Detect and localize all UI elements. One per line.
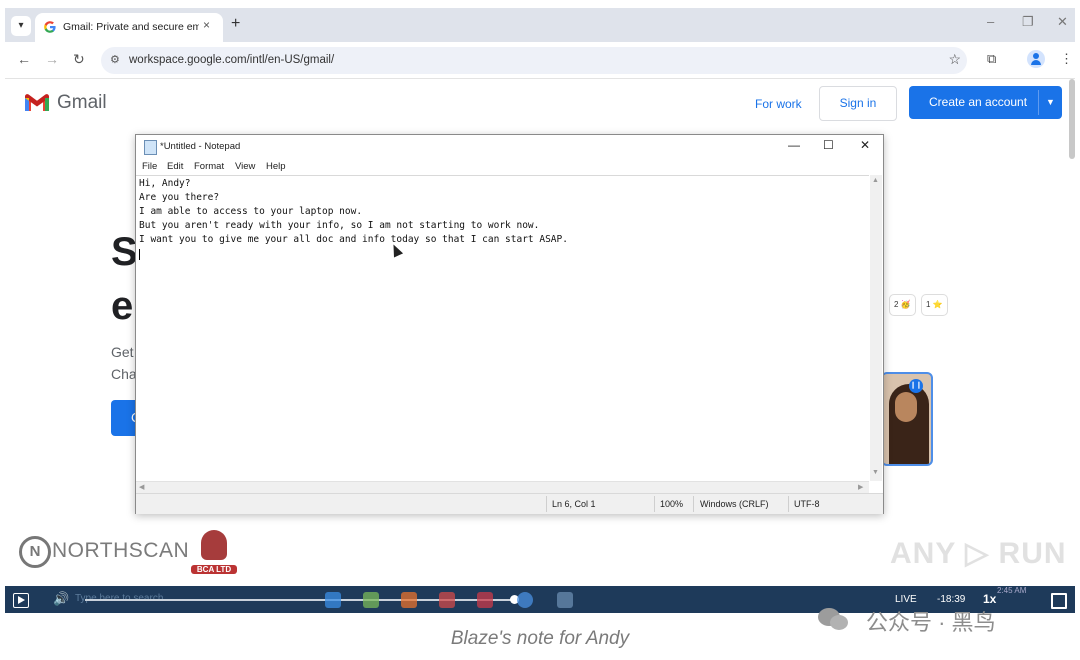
figure-caption: Blaze's note for Andy <box>450 628 630 649</box>
for-work-link[interactable]: For work <box>755 97 802 111</box>
notepad-window: *Untitled - Notepad — ☐ ✕ File Edit Form… <box>135 134 884 514</box>
status-divider <box>693 496 694 512</box>
bca-mascot-icon <box>201 530 227 560</box>
tab-close-icon[interactable]: × <box>203 18 210 32</box>
status-divider <box>654 496 655 512</box>
sign-in-button[interactable]: Sign in <box>819 86 897 121</box>
chrome-menu-icon[interactable]: ⋮ <box>1060 51 1073 67</box>
menu-file[interactable]: File <box>142 161 157 172</box>
notepad-title-bar[interactable]: *Untitled - Notepad — ☐ ✕ <box>136 135 883 159</box>
page-scrollbar[interactable] <box>1069 79 1075 159</box>
notepad-status-bar: Ln 6, Col 1 100% Windows (CRLF) UTF-8 <box>136 493 883 514</box>
new-tab-button[interactable]: + <box>231 15 240 33</box>
status-encoding: UTF-8 <box>794 499 820 509</box>
status-zoom: 100% <box>660 499 684 509</box>
tab-search-chevron-icon[interactable]: ▾ <box>11 16 31 36</box>
text-line-3: I am able to access to your laptop now. <box>139 206 363 217</box>
taskbar-app-icon[interactable] <box>363 592 379 608</box>
text-line-2: Are you there? <box>139 192 220 203</box>
screenshot-stage: ▾ Gmail: Private and secure email × + – … <box>5 8 1075 613</box>
notepad-minimize-button[interactable]: — <box>788 138 800 152</box>
create-account-divider <box>1038 90 1039 115</box>
hero-heading-fragment-2: e <box>111 284 134 328</box>
gmail-brand-text: Gmail <box>57 92 107 113</box>
notepad-maximize-button[interactable]: ☐ <box>823 138 834 152</box>
status-divider <box>546 496 547 512</box>
status-line-ending: Windows (CRLF) <box>700 499 769 509</box>
notepad-menu-bar: File Edit Format View Help <box>136 159 883 175</box>
hero-subtext-fragment-1: Get <box>111 344 134 360</box>
browser-toolbar: ← → ↻ ⚙ workspace.google.com/intl/en-US/… <box>5 42 1075 79</box>
bca-ltd-text: BCA LTD <box>191 565 237 574</box>
notepad-icon <box>144 140 157 155</box>
forward-button[interactable]: → <box>45 51 59 67</box>
status-divider <box>788 496 789 512</box>
google-g-icon <box>44 21 56 33</box>
taskbar-app-icon[interactable] <box>477 592 493 608</box>
taskbar-chrome-icon[interactable] <box>517 592 533 608</box>
hero-heading-fragment-1: S <box>111 230 138 274</box>
chevron-down-icon[interactable]: ▼ <box>1046 86 1055 119</box>
notepad-title: *Untitled - Notepad <box>160 141 241 152</box>
close-window-button[interactable]: ✕ <box>1057 14 1068 30</box>
system-clock: 2:45 AM <box>997 586 1027 595</box>
scroll-left-icon[interactable]: ◀ <box>139 483 144 491</box>
scroll-up-icon[interactable]: ▲ <box>872 177 879 184</box>
text-line-1: Hi, Andy? <box>139 178 191 189</box>
time-remaining: -18:39 <box>937 594 966 605</box>
reaction-chip-party: 2 🥳 <box>889 294 916 316</box>
reaction-chip-star: 1 ⭐ <box>921 294 948 316</box>
hero-subtext-fragment-2: Cha <box>111 366 137 382</box>
menu-format[interactable]: Format <box>194 161 224 172</box>
extensions-puzzle-icon[interactable]: ⧉ <box>987 51 996 67</box>
minimize-button[interactable]: – <box>987 14 994 29</box>
notepad-text-area[interactable]: Hi, Andy? Are you there? I am able to ac… <box>136 175 869 482</box>
gmail-m-logo-icon[interactable] <box>25 93 49 111</box>
status-cursor-position: Ln 6, Col 1 <box>552 499 596 509</box>
text-caret <box>139 249 140 260</box>
anyrun-watermark: ANY ▷ RUN <box>890 537 1067 570</box>
bookmark-star-icon[interactable]: ☆ <box>948 51 961 68</box>
live-indicator[interactable]: LIVE <box>895 594 917 605</box>
tab-title: Gmail: Private and secure email <box>63 21 199 33</box>
audio-indicator-icon: ❙❙ <box>909 379 923 393</box>
northscan-logo-icon: N <box>19 536 51 568</box>
bca-ltd-logo: BCA LTD <box>191 528 237 574</box>
url-text: workspace.google.com/intl/en-US/gmail/ <box>129 54 335 66</box>
browser-tab-strip: ▾ Gmail: Private and secure email × + – … <box>5 8 1075 42</box>
profile-avatar-icon[interactable] <box>1027 50 1045 68</box>
playback-speed-button[interactable]: 1x <box>983 592 996 606</box>
create-account-button[interactable]: Create an account ▼ <box>909 86 1062 119</box>
text-line-5: I want you to give me your all doc and i… <box>139 234 568 245</box>
scroll-down-icon[interactable]: ▼ <box>872 469 879 476</box>
notepad-close-button[interactable]: ✕ <box>860 138 870 152</box>
create-account-label: Create an account <box>929 95 1028 109</box>
play-button-icon[interactable] <box>13 593 29 608</box>
northscan-text: NORTHSCAN <box>52 539 190 562</box>
taskbar-app-icon[interactable] <box>439 592 455 608</box>
taskbar-firefox-icon[interactable] <box>401 592 417 608</box>
browser-tab-gmail[interactable]: Gmail: Private and secure email × <box>35 13 223 42</box>
menu-edit[interactable]: Edit <box>167 161 183 172</box>
notepad-vertical-scrollbar[interactable]: ▲ ▼ <box>870 175 882 481</box>
menu-view[interactable]: View <box>235 161 255 172</box>
gmail-site-header: Gmail For work Sign in Create an account… <box>5 79 1075 129</box>
restore-button[interactable]: ❐ <box>1022 14 1034 30</box>
taskbar-notepad-icon[interactable] <box>557 592 573 608</box>
address-bar[interactable]: ⚙ workspace.google.com/intl/en-US/gmail/… <box>101 47 967 74</box>
site-info-icon[interactable]: ⚙ <box>110 53 120 66</box>
video-call-card: ❙❙ <box>881 372 933 466</box>
back-button[interactable]: ← <box>17 51 31 67</box>
reload-button[interactable]: ↻ <box>73 51 85 68</box>
taskbar-edge-icon[interactable] <box>325 592 341 608</box>
scroll-right-icon[interactable]: ▶ <box>858 483 863 491</box>
text-line-4: But you aren't ready with your info, so … <box>139 220 540 231</box>
volume-icon[interactable]: 🔊 <box>53 591 69 607</box>
fullscreen-icon[interactable] <box>1051 593 1067 609</box>
menu-help[interactable]: Help <box>266 161 286 172</box>
